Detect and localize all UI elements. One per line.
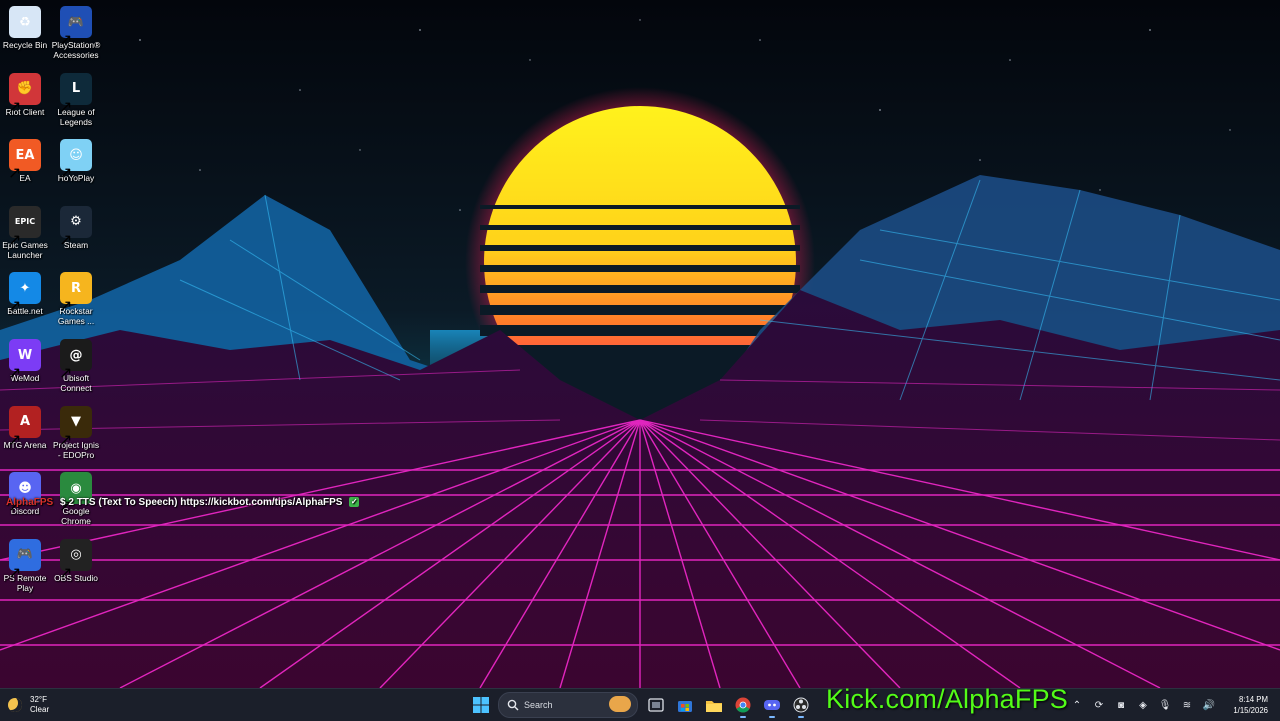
weather-condition: Clear xyxy=(30,705,50,714)
desktop-icon-recycle-bin[interactable]: ♻ Recycle Bin xyxy=(0,4,50,50)
recycle-bin-icon: ♻ xyxy=(9,6,41,38)
chrome-button[interactable] xyxy=(730,692,756,718)
taskbar-center: Search xyxy=(466,692,815,718)
desktop-wallpaper xyxy=(0,0,1280,688)
wifi-icon[interactable]: ≋ xyxy=(1178,696,1196,714)
desktop-icon-obs-studio[interactable]: ◎ ↗ OBS Studio xyxy=(51,537,101,583)
microphone-icon[interactable]: 🎙 xyxy=(1156,696,1174,714)
desktop-icon-label: Recycle Bin xyxy=(2,40,48,50)
shortcut-arrow-icon: ↗ xyxy=(8,298,22,316)
desktop-icon-ubisoft-connect[interactable]: @ ↗ Ubisoft Connect xyxy=(51,337,101,393)
shortcut-arrow-icon: ↗ xyxy=(8,231,22,249)
desktop-icon-steam[interactable]: ⚙ ↗ Steam xyxy=(51,204,101,250)
shortcut-arrow-icon: ↗ xyxy=(59,32,73,49)
shortcut-arrow-icon: ↗ xyxy=(8,165,22,183)
shortcut-arrow-icon: ↗ xyxy=(59,165,73,183)
desktop-icon-battlenet[interactable]: ✦ ↗ Battle.net xyxy=(0,270,50,316)
desktop-icon-grid: ♻ Recycle Bin 🎮 ↗ PlayStation® Accessories ✊ ↗… xyxy=(0,4,104,604)
checkmark-icon: ✓ xyxy=(349,497,360,508)
desktop-icon-hoyoplay[interactable]: ☺ ↗ HoYoPlay xyxy=(51,137,101,183)
chat-message-text: $ 2 TTS (Text To Speech) https://kickbot… xyxy=(60,497,343,508)
desktop-icon-riot-client[interactable]: ✊ ↗ Riot Client xyxy=(0,71,50,117)
shortcut-arrow-icon: ↗ xyxy=(59,365,73,382)
shortcut-arrow-icon: ↗ xyxy=(59,98,73,116)
weather-widget[interactable]: 32°F Clear xyxy=(8,693,49,717)
clock-time: 8:14 PM xyxy=(1238,695,1268,704)
start-button[interactable] xyxy=(468,692,494,718)
search-placeholder: Search xyxy=(524,700,553,710)
desktop-icon-playstation-accessories[interactable]: 🎮 ↗ PlayStation® Accessories xyxy=(51,4,101,60)
task-view-icon xyxy=(647,698,664,712)
shortcut-arrow-icon: ↗ xyxy=(8,564,22,582)
file-explorer-button[interactable] xyxy=(701,692,727,718)
chevron-up-icon[interactable]: ⌃ xyxy=(1068,696,1086,714)
desktop-icon-ea[interactable]: EA ↗ EA xyxy=(0,137,50,183)
shortcut-arrow-icon: ↗ xyxy=(8,365,22,382)
chat-overlay-message: AlphaFPS $ 2 TTS (Text To Speech) https:… xyxy=(6,497,360,511)
desktop-icon-league-of-legends[interactable]: L ↗ League of Legends xyxy=(51,71,101,127)
desktop-icon-mtg-arena[interactable]: A ↗ MTG Arena xyxy=(0,404,50,450)
shortcut-arrow-icon: ↗ xyxy=(59,431,73,449)
search-icon xyxy=(507,699,519,711)
microsoft-store-button[interactable] xyxy=(672,692,698,718)
taskbar-clock[interactable]: 8:14 PM 1/15/2026 xyxy=(1233,694,1268,716)
weather-temperature: 32°F xyxy=(30,695,47,704)
store-icon xyxy=(677,701,692,712)
discord-tray-icon[interactable]: ◙ xyxy=(1112,696,1130,714)
desktop-icon-edopro[interactable]: ▼ ↗ Project Ignis - EDOPro xyxy=(51,404,101,460)
shortcut-arrow-icon: ↗ xyxy=(8,431,22,449)
discord-button[interactable] xyxy=(759,692,785,718)
stream-url-overlay: Kick.com/AlphaFPS xyxy=(826,684,1068,714)
shortcut-arrow-icon: ↗ xyxy=(59,231,73,249)
taskbar-search-box[interactable]: Search xyxy=(498,692,638,718)
sync-icon[interactable]: ⟳ xyxy=(1090,696,1108,714)
chrome-icon xyxy=(735,697,750,713)
desktop-icon-rockstar-games[interactable]: R ↗ Rockstar Games ... xyxy=(51,270,101,326)
desktop-icon-ps-remote-play[interactable]: 🎮 ↗ PS Remote Play xyxy=(0,537,50,593)
obs-icon xyxy=(793,697,808,713)
shortcut-arrow-icon: ↗ xyxy=(59,564,73,582)
shortcut-arrow-icon: ↗ xyxy=(59,298,73,316)
clock-date: 1/15/2026 xyxy=(1233,706,1268,715)
obs-button[interactable] xyxy=(788,692,814,718)
task-view-button[interactable] xyxy=(643,692,669,718)
chat-username: AlphaFPS xyxy=(6,497,54,508)
moon-icon xyxy=(8,698,22,712)
taskbar: 32°F Clear Search ⌃ ⟳ ◙ ◈ 🎙 ≋ 🔊 8:14 PM … xyxy=(0,688,1280,721)
search-highlight-icon xyxy=(609,696,631,712)
windows-logo-icon xyxy=(472,697,489,713)
desktop-icon-wemod[interactable]: W ↗ WeMod xyxy=(0,337,50,383)
tray-app-icon[interactable]: ◈ xyxy=(1134,696,1152,714)
system-tray: ⌃ ⟳ ◙ ◈ 🎙 ≋ 🔊 xyxy=(1066,693,1220,717)
discord-icon xyxy=(763,700,780,710)
shortcut-arrow-icon: ↗ xyxy=(8,98,22,116)
desktop-icon-epic-games[interactable]: EPIC ↗ Epic Games Launcher xyxy=(0,204,50,260)
folder-icon xyxy=(705,700,722,712)
volume-icon[interactable]: 🔊 xyxy=(1200,696,1218,714)
